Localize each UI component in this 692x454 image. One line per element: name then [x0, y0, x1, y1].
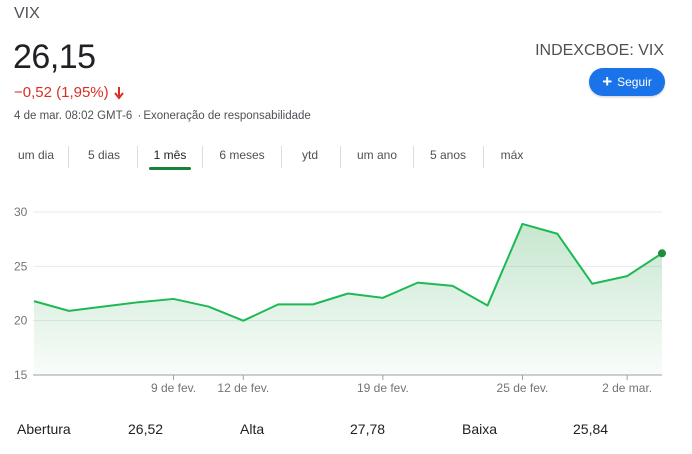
tab-1d[interactable]: um dia — [10, 140, 62, 170]
follow-label: Seguir — [617, 75, 652, 89]
x-tick-label: 2 de mar. — [602, 381, 652, 395]
tab-divider — [413, 146, 414, 168]
tab-1m[interactable]: 1 mês — [145, 140, 195, 170]
range-tabs: um dia 5 dias 1 mês 6 meses ytd um ano 5… — [0, 140, 692, 172]
x-tick-label: 12 de fev. — [217, 381, 269, 395]
high-value: 27,78 — [350, 421, 386, 437]
tab-ytd[interactable]: ytd — [287, 140, 333, 170]
tab-6m[interactable]: 6 meses — [210, 140, 274, 170]
y-tick-label: 30 — [14, 205, 28, 219]
tab-divider — [483, 146, 484, 168]
tab-1y[interactable]: um ano — [347, 140, 407, 170]
ticker-symbol: VIX — [14, 5, 40, 22]
low-label: Baixa — [462, 421, 498, 437]
x-tick-label: 25 de fev. — [497, 381, 549, 395]
tab-divider — [281, 146, 282, 168]
y-tick-label: 20 — [14, 314, 28, 328]
disclaimer-link[interactable]: Exoneração de responsabilidade — [143, 110, 311, 122]
plus-icon: + — [602, 71, 613, 91]
x-tick-label: 9 de fev. — [151, 381, 196, 395]
low-value: 25,84 — [573, 421, 609, 437]
tab-5y[interactable]: 5 anos — [420, 140, 476, 170]
tab-divider — [202, 146, 203, 168]
area-fill — [34, 223, 662, 375]
y-tick-label: 15 — [14, 368, 28, 382]
current-price: 26,15 — [13, 38, 96, 76]
open-label: Abertura — [17, 421, 71, 437]
timestamp: 4 de mar. 08:02 GMT-6 — [14, 110, 133, 122]
price-change-value: −0,52 (1,95%) — [14, 84, 109, 101]
open-value: 26,52 — [128, 421, 164, 437]
tab-divider — [137, 146, 138, 168]
price-chart[interactable]: 30 25 20 15 9 de fev. 12 de fev. 19 de fev. 25 … — [0, 195, 692, 405]
stats-row: Abertura 26,52 Alta 27,78 Baixa 25,84 — [0, 418, 692, 440]
arrow-down-icon — [113, 86, 124, 100]
tab-5d[interactable]: 5 dias — [77, 140, 131, 170]
follow-button[interactable]: + Seguir — [589, 68, 665, 96]
y-tick-label: 25 — [14, 259, 28, 273]
high-label: Alta — [240, 421, 265, 437]
x-tick-label: 19 de fev. — [357, 381, 409, 395]
price-change: −0,52 (1,95%) — [14, 84, 125, 101]
tab-divider — [340, 146, 341, 168]
exchange-label: INDEXCBOE: VIX — [535, 42, 664, 59]
active-tab-indicator — [149, 167, 191, 170]
tab-max[interactable]: máx — [490, 140, 534, 170]
last-point-marker — [658, 249, 666, 258]
tab-divider — [68, 146, 69, 168]
separator-dot: · — [137, 110, 142, 122]
timestamp-line: 4 de mar. 08:02 GMT-6 · Exoneração de res… — [14, 110, 311, 122]
